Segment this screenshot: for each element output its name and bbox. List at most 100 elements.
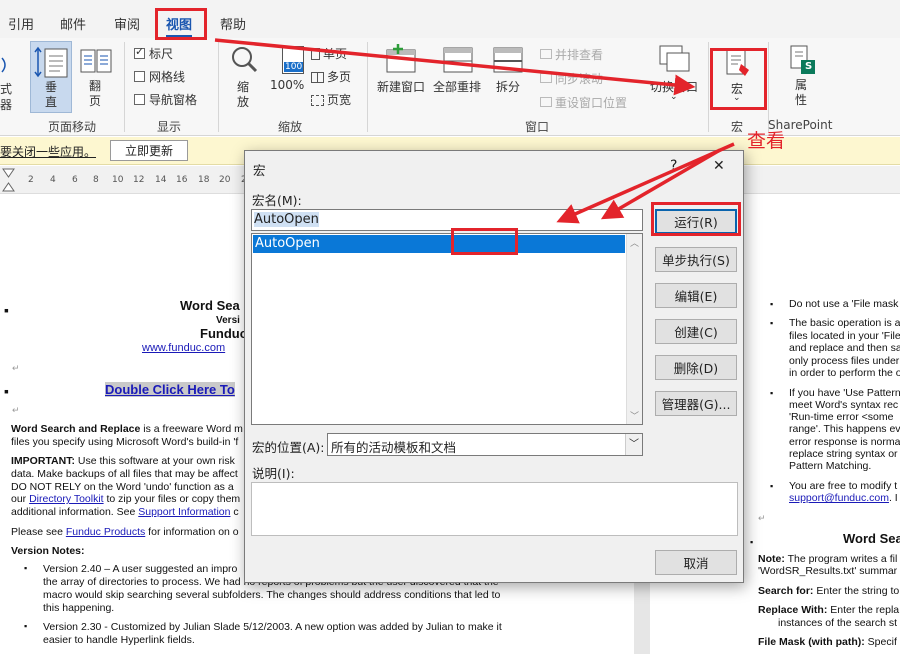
right-text: You are free to modify t <box>789 480 898 492</box>
support-email-link[interactable]: support@funduc.com <box>789 492 889 504</box>
right-text: files located in your 'File <box>789 330 900 342</box>
mask-bold: File Mask (with path): <box>758 636 865 648</box>
update-now-button[interactable]: 立即更新 <box>110 140 188 161</box>
ribbon-separator <box>124 42 125 132</box>
create-button[interactable]: 创建(C) <box>655 319 737 344</box>
zoom-100-button[interactable]: 100 100% <box>268 42 306 98</box>
ruler-tick: 2 <box>28 175 34 185</box>
organizer-button[interactable]: 管理器(G)... <box>655 391 737 416</box>
macro-list-scrollbar[interactable]: ︿ ﹀ <box>626 234 642 424</box>
double-click-link[interactable]: Double Click Here To <box>105 382 235 397</box>
ribbon-partial-label-bottom[interactable]: 器 <box>0 96 12 113</box>
version-note-1-line1: Version 2.40 – A user suggested an impro <box>43 563 238 575</box>
zoom-100-badge: 100 <box>284 62 304 72</box>
directory-toolkit-link[interactable]: Directory Toolkit <box>29 493 104 505</box>
reset-position-button[interactable]: 重设窗口位置 <box>540 94 627 111</box>
sync-scroll-icon <box>540 73 552 83</box>
ruler-tick: 16 <box>176 175 188 185</box>
ribbon-partial-label-top[interactable]: 式 <box>0 80 12 97</box>
page-width-button[interactable]: 页宽 <box>311 91 351 108</box>
version-note-1-line3: macro would skip searching several subfo… <box>43 589 501 601</box>
p1-bold: Word Search and Replace <box>11 423 141 435</box>
step-into-button[interactable]: 单步执行(S) <box>655 247 737 272</box>
right-note: Note: The program writes a fil <box>758 553 897 565</box>
version-notes-heading: Version Notes: <box>11 545 85 557</box>
ruler-tick: 18 <box>198 175 210 185</box>
properties-label: 属性 <box>795 78 808 107</box>
indent-marker-icon[interactable] <box>2 168 16 192</box>
nav-pane-checkbox-box[interactable] <box>134 94 145 105</box>
ruler-tick: 8 <box>93 175 99 185</box>
tab-review[interactable]: 审阅 <box>114 14 140 33</box>
macro-name-label: 宏名(M): <box>252 193 302 208</box>
delete-button[interactable]: 删除(D) <box>655 355 737 380</box>
p1-rest: is a freeware Word m <box>140 423 243 435</box>
partial-icon <box>1 57 6 73</box>
ruler-tick: 12 <box>133 175 145 185</box>
switch-window-icon <box>659 45 690 72</box>
chevron-down-icon[interactable]: ﹀ <box>625 434 642 455</box>
sharepoint-badge: S <box>805 61 813 72</box>
tab-mailings[interactable]: 邮件 <box>60 14 86 33</box>
switch-window-button[interactable]: 切换窗口 ⌄ <box>648 42 702 108</box>
annotation-text: 查看 <box>747 130 786 152</box>
split-button[interactable]: 拆分 <box>488 42 528 102</box>
funduc-link[interactable]: www.funduc.com <box>142 342 225 354</box>
help-icon[interactable]: ? <box>670 158 677 174</box>
highlight-box-view-tab <box>155 8 207 40</box>
right-text: and replace and then sa <box>789 342 900 354</box>
properties-icon <box>790 45 815 74</box>
ruler-checkbox-box[interactable] <box>134 45 145 59</box>
cancel-button[interactable]: 取消 <box>655 550 737 575</box>
zoom-button[interactable]: 缩放 <box>226 42 262 114</box>
important-bold: IMPORTANT: <box>11 455 75 467</box>
version-note-1-line4: this happening. <box>43 602 115 614</box>
flip-button[interactable]: 翻页 <box>76 41 116 113</box>
new-window-button[interactable]: 新建窗口 <box>374 42 428 102</box>
nav-pane-checkbox[interactable]: 导航窗格 <box>134 91 197 108</box>
line4-a: our <box>11 493 30 505</box>
vertical-button[interactable]: 垂直 <box>30 41 72 113</box>
arrange-all-icon <box>443 47 473 73</box>
flip-label: 翻页 <box>89 79 102 108</box>
doc-important-line3: DO NOT RELY on the Word 'undo' function … <box>11 481 234 493</box>
support-info-link[interactable]: Support Information <box>138 506 230 518</box>
right-search: Search for: Enter the string to <box>758 585 899 597</box>
macro-name-input[interactable]: AutoOpen <box>251 209 643 231</box>
macro-list[interactable]: AutoOpen ︿ ﹀ <box>251 233 643 425</box>
arrange-all-button[interactable]: 全部重排 <box>431 42 485 102</box>
one-page-label: 单页 <box>323 47 348 61</box>
funduc-products-link[interactable]: Funduc Products <box>66 526 145 538</box>
macro-location-select[interactable]: 所有的活动模板和文档 ﹀ <box>327 433 643 456</box>
right-text: instances of the search st <box>778 617 898 629</box>
ruler-checkbox[interactable]: 标尺 <box>134 45 173 62</box>
bullet: ▪ <box>770 318 774 328</box>
gridlines-checkbox-box[interactable] <box>134 71 145 82</box>
macro-list-item-selected[interactable]: AutoOpen <box>253 235 625 253</box>
scroll-up-icon[interactable]: ︿ <box>630 236 639 249</box>
gridlines-checkbox[interactable]: 网格线 <box>134 68 185 85</box>
bullet: ▪ <box>750 537 754 547</box>
side-by-side-button[interactable]: 并排查看 <box>540 46 603 63</box>
tab-help[interactable]: 帮助 <box>220 14 246 33</box>
flip-pages-icon <box>80 49 112 73</box>
one-page-button[interactable]: 单页 <box>311 45 347 62</box>
right-mask: File Mask (with path): Specif <box>758 636 897 648</box>
scroll-down-icon[interactable]: ﹀ <box>630 409 639 422</box>
group-label-show: 显示 <box>157 120 182 134</box>
dialog-title: 宏 <box>253 163 266 178</box>
doc-funduc: Funduc <box>200 326 247 341</box>
multi-page-button[interactable]: 多页 <box>311 68 351 85</box>
close-icon[interactable]: ✕ <box>713 158 725 174</box>
tab-references[interactable]: 引用 <box>8 14 34 33</box>
sync-scroll-button[interactable]: 同步滚动 <box>540 70 603 87</box>
ribbon-separator <box>218 42 219 132</box>
group-label-zoom: 缩放 <box>278 120 303 134</box>
group-label-window: 窗口 <box>525 120 550 134</box>
vertical-page-icon <box>34 46 68 78</box>
properties-button[interactable]: S 属性 <box>782 44 822 110</box>
bullet: ▪ <box>4 383 9 399</box>
bullet: ▪ <box>770 388 774 398</box>
edit-button[interactable]: 编辑(E) <box>655 283 737 308</box>
doc-see-products: Please see Funduc Products for informati… <box>11 526 239 538</box>
